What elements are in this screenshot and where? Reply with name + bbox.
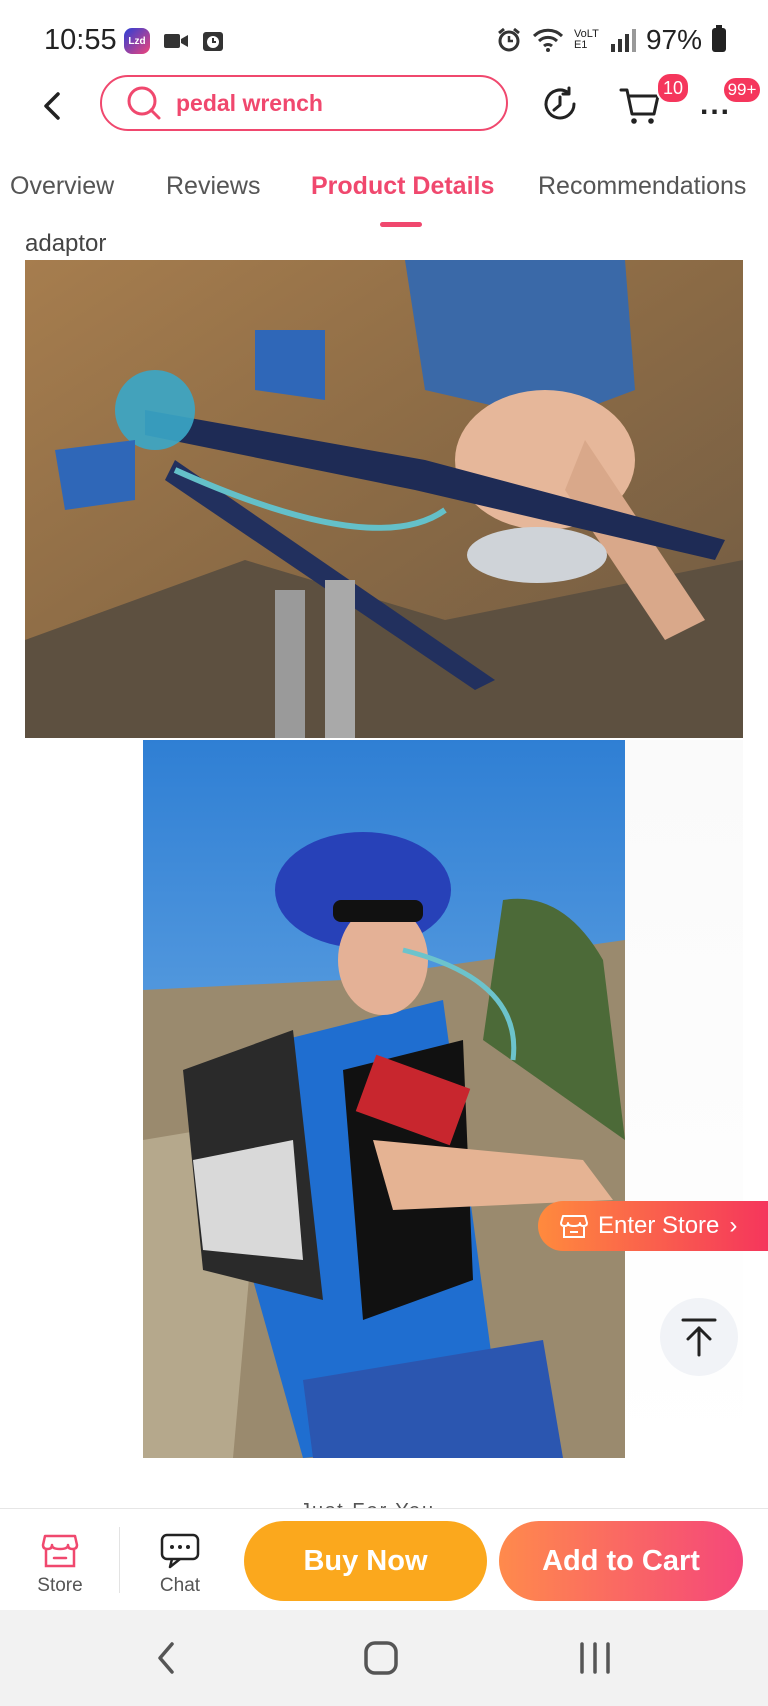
status-time: 10:55 — [44, 24, 117, 56]
section-tabs: Overview Reviews Product Details Recomme… — [0, 160, 768, 230]
section-heading-partial: Just For You — [300, 1500, 435, 1508]
back-arrow-icon[interactable] — [32, 86, 72, 126]
store-button[interactable]: Store — [20, 1533, 100, 1597]
product-image-cyclist-handlebar[interactable] — [25, 260, 743, 738]
cyclist-backpack-photo — [143, 740, 625, 1458]
nav-recents-icon[interactable] — [570, 1636, 620, 1680]
android-nav-bar — [0, 1610, 768, 1706]
tab-recommendations[interactable]: Recommendations — [538, 172, 746, 201]
messages-count-badge: 99+ — [722, 76, 762, 104]
alarm-clock-icon — [203, 32, 223, 51]
lazada-app-icon: Lzd — [124, 28, 150, 54]
status-notification-icons: Lzd — [124, 28, 224, 54]
search-input[interactable]: pedal wrench — [100, 75, 508, 131]
top-header: pedal wrench 10 ... 99+ — [0, 72, 768, 154]
bottom-action-bar: Store Chat Buy Now Add to Cart — [0, 1508, 768, 1611]
search-query: pedal wrench — [176, 89, 323, 116]
back-to-top-button[interactable] — [660, 1298, 738, 1376]
video-icon — [164, 34, 188, 48]
active-tab-indicator — [380, 222, 422, 227]
store-label: Store — [37, 1575, 83, 1596]
battery-icon — [712, 25, 726, 52]
tab-reviews[interactable]: Reviews — [166, 172, 260, 201]
battery-percent: 97% — [645, 24, 702, 55]
search-icon — [127, 86, 161, 120]
store-icon — [41, 1534, 79, 1568]
status-system-icons: VoLTE1 97% — [496, 24, 726, 56]
status-bar: 10:55 Lzd VoLTE1 97% — [0, 0, 768, 80]
history-icon[interactable] — [538, 82, 582, 126]
wifi-icon — [532, 28, 564, 52]
nav-back-icon[interactable] — [142, 1636, 192, 1680]
description-caption: adaptor — [25, 230, 107, 257]
cart-count-badge: 10 — [656, 72, 690, 104]
enter-store-label: Enter Store — [598, 1212, 720, 1239]
cyclist-handlebar-photo — [25, 260, 743, 738]
network-label: VoLTE1 — [573, 28, 599, 51]
store-icon — [560, 1215, 588, 1238]
nav-home-icon[interactable] — [356, 1636, 406, 1680]
alarm-icon — [498, 27, 520, 52]
chat-label: Chat — [159, 1575, 201, 1596]
arrow-up-icon — [681, 1318, 717, 1357]
add-to-cart-button[interactable]: Add to Cart — [499, 1521, 743, 1601]
signal-icon — [610, 29, 636, 52]
tab-product-details[interactable]: Product Details — [311, 172, 494, 201]
enter-store-button[interactable]: Enter Store › — [538, 1201, 768, 1251]
tab-overview[interactable]: Overview — [10, 172, 114, 201]
chat-icon — [160, 1533, 200, 1569]
bottom-bar-divider — [119, 1527, 120, 1593]
chevron-right-icon: › — [729, 1212, 738, 1239]
buy-now-button[interactable]: Buy Now — [244, 1521, 487, 1601]
product-image-cyclist-backpack[interactable] — [143, 740, 625, 1458]
chat-button[interactable]: Chat — [140, 1533, 220, 1597]
